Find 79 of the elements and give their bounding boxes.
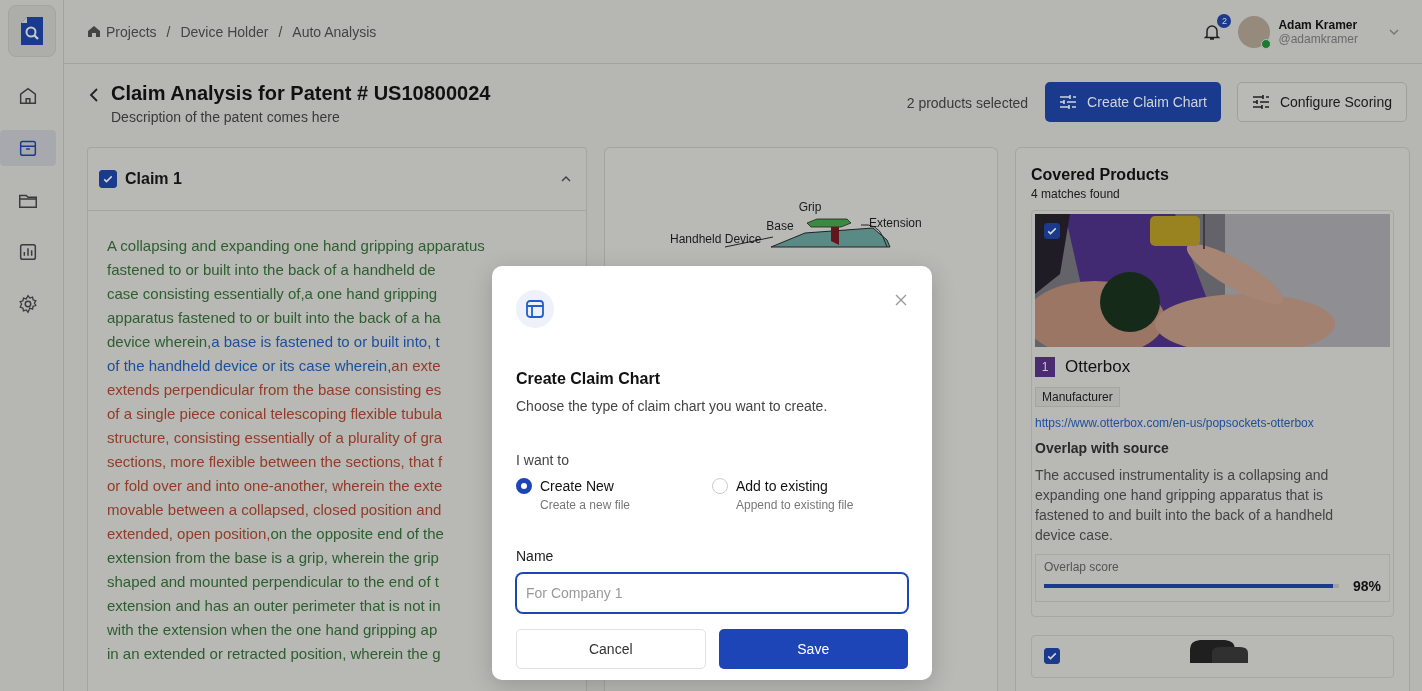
score-label: Overlap score bbox=[1044, 560, 1120, 574]
user-handle: @adamkramer bbox=[1278, 31, 1358, 46]
sidebar-item[interactable] bbox=[0, 130, 56, 166]
option-label[interactable]: Create New bbox=[540, 478, 631, 494]
product-name: Otterbox bbox=[1065, 357, 1131, 377]
claim-text-line: of the handheld device or its case wherein,an exte bbox=[107, 356, 441, 376]
home-icon bbox=[17, 85, 39, 107]
notification-count: 2 bbox=[1217, 13, 1232, 28]
caret-icon[interactable] bbox=[560, 174, 572, 184]
breadcrumb-link[interactable]: Device Holder bbox=[180, 23, 269, 40]
save-button[interactable]: Save bbox=[718, 629, 908, 669]
claim-text-line: shaped and mounted perpendicular to the end of t bbox=[107, 572, 439, 592]
claim-text-line: fastened to or built into the back of a handheld de bbox=[107, 260, 436, 280]
claim-text-line: device wherein,a base is fastened to or built into, t bbox=[107, 332, 440, 352]
app-logo[interactable] bbox=[7, 5, 56, 57]
claim-text-line: apparatus fastened to or built into the back of a ha bbox=[107, 308, 441, 328]
rank-badge: 1 bbox=[1035, 357, 1055, 377]
radio-button[interactable] bbox=[516, 478, 532, 494]
claim-title: Claim 1 bbox=[125, 170, 183, 188]
dialog-subtitle: Choose the type of claim chart you want to create. bbox=[516, 398, 829, 414]
breadcrumb-separator: / bbox=[278, 23, 283, 40]
breadcrumb-separator: / bbox=[166, 23, 171, 40]
claim-text-line: with the extension when the one hand gripping ap bbox=[107, 620, 438, 640]
table-icon bbox=[525, 299, 545, 319]
bar-chart-icon bbox=[17, 241, 39, 263]
claim-text-line: A collapsing and expanding one hand gripping apparatus bbox=[107, 236, 485, 256]
product-link[interactable]: https://www.otterbox.com/en-us/popsockets-otterbox bbox=[1035, 416, 1390, 430]
product-checkbox[interactable] bbox=[1044, 648, 1060, 664]
claim-text-line: movable between a collapsed, closed position and bbox=[107, 500, 442, 520]
checkmark-icon bbox=[1046, 650, 1058, 662]
user-name: Adam Kramer bbox=[1278, 17, 1358, 32]
selection-count: 2 products selected bbox=[906, 95, 1029, 111]
checkmark-icon bbox=[1046, 225, 1058, 237]
dialog-title: Create Claim Chart bbox=[516, 370, 662, 388]
sliders-icon bbox=[1059, 94, 1078, 110]
create-chart-button[interactable]: Create Claim Chart bbox=[1045, 82, 1221, 122]
field-label: Name bbox=[516, 548, 555, 564]
overlap-description: The accused instrumentality is a collapsing and expanding one hand gripping apparatus that is fastened to and built into the back of a handheld device case. bbox=[1035, 466, 1335, 545]
bell-icon bbox=[1203, 22, 1222, 41]
cancel-button[interactable]: Cancel bbox=[516, 629, 706, 669]
overlap-heading: Overlap with source bbox=[1035, 440, 1170, 456]
close-icon[interactable] bbox=[894, 293, 908, 307]
checkmark-icon bbox=[102, 173, 114, 185]
option-prompt: I want to bbox=[516, 452, 570, 468]
page-description: Description of the patent comes here bbox=[111, 109, 341, 125]
diagram-label: Grip bbox=[798, 200, 822, 214]
claim-text-line: extends perpendicular from the base consisting es bbox=[107, 380, 442, 400]
claim-text-line: extended, open position,on the opposite end of the bbox=[107, 524, 444, 544]
score-value: 98% bbox=[1352, 578, 1381, 594]
name-input-field[interactable]: For Company 1 bbox=[516, 573, 908, 613]
match-count: 4 matches found bbox=[1031, 187, 1121, 201]
product-tag: Manufacturer bbox=[1035, 387, 1120, 407]
claim-text-line: extension and has an outer perimeter that is not in bbox=[107, 596, 441, 616]
breadcrumb-link[interactable]: Auto Analysis bbox=[292, 23, 377, 40]
option-hint: Create a new file bbox=[540, 498, 631, 512]
configure-button[interactable]: Configure Scoring bbox=[1236, 82, 1407, 122]
diagram-label: Extension bbox=[869, 216, 922, 230]
panel-title: Covered Products bbox=[1031, 166, 1170, 184]
option-label[interactable]: Add to existing bbox=[736, 478, 854, 494]
claim-text-line: structure, consisting essentially of a plurality of gra bbox=[107, 428, 443, 448]
sliders-icon bbox=[1251, 94, 1270, 110]
claim-text-line: case consisting essentially of,a one hand gripping bbox=[107, 284, 438, 304]
claim-text-line: in an extended or retracted position, wherein the g bbox=[107, 644, 441, 664]
diagram-label: Handheld Device bbox=[670, 232, 762, 246]
home-icon bbox=[87, 25, 101, 38]
claim-text-line: extension from the base is a grip, wherein the grip bbox=[107, 548, 439, 568]
claim-text-line: or fold over and into one-another, wherein the exte bbox=[107, 476, 443, 496]
page-title: Claim Analysis for Patent # US10800024 bbox=[111, 82, 492, 105]
claim-text-line: sections, more flexible between the sections, that f bbox=[107, 452, 443, 472]
breadcrumb-link[interactable]: Projects bbox=[106, 23, 157, 40]
document-search-icon bbox=[18, 15, 45, 47]
claim-checkbox[interactable] bbox=[99, 170, 117, 188]
settings-icon bbox=[17, 293, 39, 315]
back-chevron-icon[interactable] bbox=[89, 88, 99, 102]
product-checkbox[interactable] bbox=[1044, 223, 1060, 239]
option-hint: Append to existing file bbox=[736, 498, 854, 512]
claim-text-line: of a single piece conical telescoping flexible tubula bbox=[107, 404, 443, 424]
diagram-label: Base bbox=[766, 219, 794, 233]
user-avatar[interactable] bbox=[1238, 15, 1271, 48]
